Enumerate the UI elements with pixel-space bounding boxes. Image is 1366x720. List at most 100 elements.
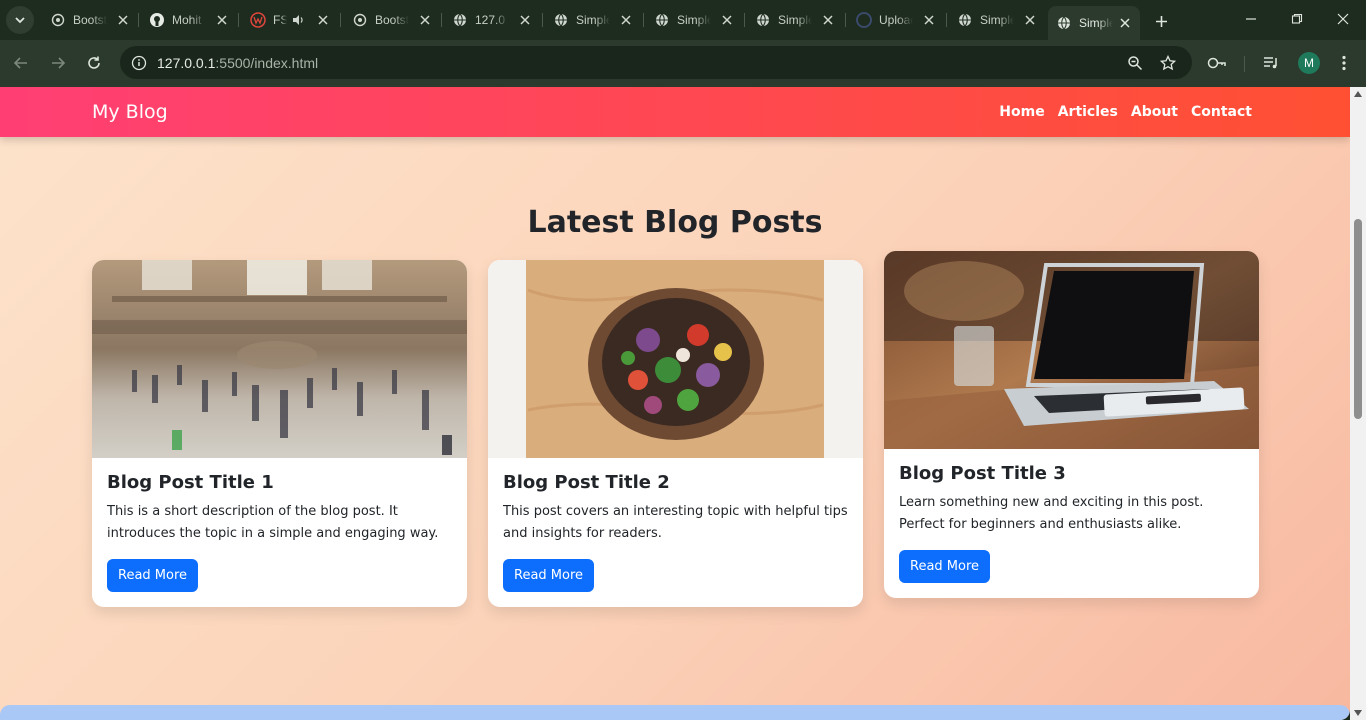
tab-title: Simple (677, 13, 711, 27)
url-path: :5500/index.html (215, 55, 319, 71)
tab-search-button[interactable] (6, 6, 34, 34)
speaker-icon[interactable] (291, 13, 305, 27)
site-info-icon[interactable] (129, 53, 149, 73)
tab-divider (340, 13, 341, 27)
globe-icon (654, 12, 670, 28)
close-icon[interactable] (418, 13, 432, 27)
close-icon[interactable] (518, 13, 532, 27)
tab-divider (845, 13, 846, 27)
address-bar[interactable]: 127.0.0.1:5500/index.html (120, 46, 1192, 79)
url-text[interactable]: 127.0.0.1:5500/index.html (157, 55, 318, 71)
forward-button[interactable] (47, 52, 69, 74)
arrow-right-icon (52, 57, 66, 69)
chevron-down-icon (15, 17, 25, 24)
browser-tab[interactable]: Simple (646, 6, 742, 34)
blog-card: Blog Post Title 3 Learn something new an… (884, 251, 1259, 598)
section-heading: Latest Blog Posts (527, 205, 823, 240)
tab-divider (441, 13, 442, 27)
nav-link-about[interactable]: About (1131, 104, 1178, 120)
scrollbar-thumb[interactable] (1354, 219, 1362, 419)
tab-title: Bootstrap (375, 13, 409, 27)
arrow-left-icon (13, 57, 27, 69)
zoom-icon[interactable] (1125, 53, 1145, 73)
tab-title: FS (273, 13, 287, 27)
toolbar-divider (1244, 56, 1245, 72)
close-icon (1337, 13, 1349, 25)
page-scrollbar[interactable] (1350, 87, 1366, 720)
scroll-up-arrow-icon[interactable] (1354, 91, 1362, 97)
browser-tab[interactable]: Simple (545, 6, 641, 34)
star-icon[interactable] (1158, 53, 1178, 73)
post-image (92, 260, 467, 458)
globe-icon (957, 12, 973, 28)
restore-button[interactable] (1286, 8, 1308, 30)
close-icon[interactable] (1118, 16, 1132, 30)
post-description: This post covers an interesting topic wi… (503, 504, 848, 541)
post-image (884, 251, 1259, 449)
globe-icon (452, 12, 468, 28)
nav-link-contact[interactable]: Contact (1191, 104, 1252, 120)
browser-tab-active[interactable]: Simple (1048, 6, 1140, 40)
w-logo-icon (250, 12, 266, 28)
openai-icon (50, 12, 66, 28)
blog-card: Blog Post Title 2 This post covers an in… (488, 260, 863, 607)
tab-title: Upload (879, 13, 913, 27)
post-title[interactable]: Blog Post Title 2 (503, 472, 848, 493)
tab-strip: Bootstrap Mohit FS Bootstrap 127.0 Simpl… (0, 0, 1366, 40)
scroll-down-arrow-icon[interactable] (1354, 710, 1362, 716)
restore-icon (1291, 13, 1303, 24)
close-icon[interactable] (821, 13, 835, 27)
new-tab-button[interactable] (1150, 10, 1172, 32)
tab-divider (643, 13, 644, 27)
url-host: 127.0.0.1 (157, 55, 216, 71)
profile-avatar[interactable]: M (1298, 52, 1320, 74)
tab-title: Bootstrap (73, 13, 107, 27)
post-image (488, 260, 863, 458)
tab-divider (946, 13, 947, 27)
github-icon (856, 12, 872, 28)
post-title[interactable]: Blog Post Title 1 (107, 472, 452, 493)
site-navbar: My Blog Home Articles About Contact (0, 87, 1350, 137)
browser-tab[interactable]: Bootstrap (42, 6, 138, 34)
plus-icon (1155, 15, 1167, 27)
password-key-icon[interactable] (1206, 52, 1228, 74)
browser-tab[interactable]: FS (242, 6, 338, 34)
browser-tab[interactable]: Bootstrap (344, 6, 440, 34)
globe-icon (755, 12, 771, 28)
browser-tab[interactable]: Simple (747, 6, 843, 34)
nav-link-articles[interactable]: Articles (1058, 104, 1118, 120)
close-icon[interactable] (215, 13, 229, 27)
minimize-button[interactable] (1240, 8, 1262, 30)
post-title[interactable]: Blog Post Title 3 (899, 463, 1244, 484)
next-section-edge (0, 705, 1350, 720)
close-icon[interactable] (619, 13, 633, 27)
read-more-button[interactable]: Read More (107, 559, 199, 592)
browser-tab[interactable]: Simple (949, 6, 1045, 34)
read-more-button[interactable]: Read More (899, 550, 991, 583)
tab-title: 127.0 (475, 13, 506, 27)
back-button[interactable] (10, 52, 32, 74)
github-icon (149, 12, 165, 28)
close-icon[interactable] (922, 13, 936, 27)
close-window-button[interactable] (1332, 8, 1354, 30)
nav-links: Home Articles About Contact (999, 104, 1252, 120)
browser-toolbar: 127.0.0.1:5500/index.html M (0, 40, 1366, 87)
close-icon[interactable] (1023, 13, 1037, 27)
reload-button[interactable] (83, 52, 105, 74)
reload-icon (88, 56, 100, 69)
openai-icon (352, 12, 368, 28)
site-brand[interactable]: My Blog (92, 101, 168, 123)
close-icon[interactable] (116, 13, 130, 27)
media-control-icon[interactable] (1260, 52, 1282, 74)
close-icon[interactable] (720, 13, 734, 27)
nav-link-home[interactable]: Home (999, 104, 1044, 120)
browser-tab[interactable]: Upload (848, 6, 944, 34)
more-menu-icon[interactable] (1333, 52, 1355, 74)
close-icon[interactable] (316, 13, 330, 27)
post-description: Learn something new and exciting in this… (899, 495, 1204, 532)
browser-tab[interactable]: 127.0 (444, 6, 540, 34)
browser-tab[interactable]: Mohit (141, 6, 237, 34)
read-more-button[interactable]: Read More (503, 559, 595, 592)
post-description: This is a short description of the blog … (107, 504, 439, 541)
tab-title: Simple (980, 13, 1014, 27)
